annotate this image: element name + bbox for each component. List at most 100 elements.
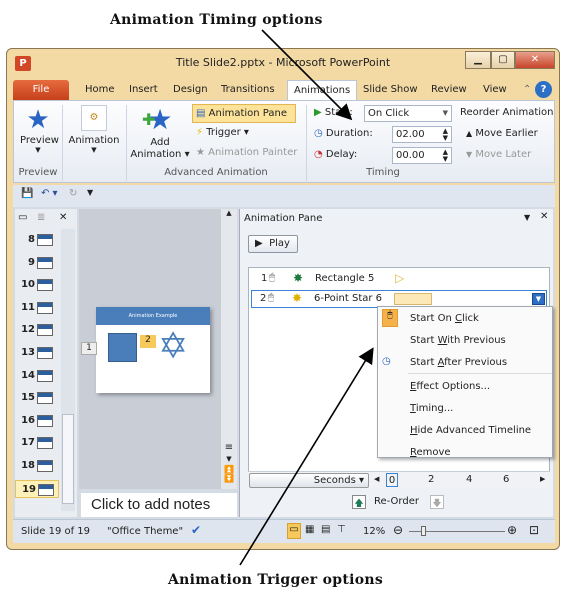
- slide-thumbnail[interactable]: 8: [15, 231, 59, 249]
- delay-spinner[interactable]: 00.00 ▲ ▼: [392, 147, 452, 164]
- tab-transitions[interactable]: Transitions: [215, 80, 281, 100]
- slide-preview-icon: [37, 301, 53, 314]
- add-animation-button[interactable]: ★ ✚ Add Animation ▾: [130, 103, 190, 165]
- tab-review[interactable]: Review: [425, 80, 473, 100]
- ruler-tick: 4: [466, 474, 473, 485]
- group-label-timing: Timing: [366, 167, 400, 178]
- tab-view[interactable]: View: [477, 80, 513, 100]
- rectangle-shape[interactable]: [108, 333, 137, 362]
- tab-animations[interactable]: Animations: [287, 80, 358, 100]
- slide-preview-icon: [37, 369, 53, 382]
- play-button[interactable]: ▶ Play: [248, 235, 298, 253]
- pane-options-icon[interactable]: ▼: [524, 213, 530, 222]
- close-button[interactable]: ✕: [515, 51, 555, 69]
- slide-preview-icon: [37, 324, 53, 337]
- slide-canvas[interactable]: Animation Example ✡ 2: [96, 307, 210, 393]
- workspace: ▭ ≣ ✕ 8 9 10 11 12 13 14 15 16 17 18 19 Animation E…: [13, 207, 555, 519]
- slide-title: Animation Example: [96, 307, 210, 325]
- slide-thumbnail[interactable]: 14: [15, 367, 59, 385]
- zoom-level[interactable]: 12%: [363, 526, 385, 537]
- tab-slide-show[interactable]: Slide Show: [357, 80, 424, 100]
- slide-thumbnail[interactable]: 11: [15, 299, 59, 317]
- menu-item[interactable]: Start With Previous: [410, 335, 506, 346]
- scroll-left-icon[interactable]: ◀: [374, 475, 379, 483]
- slide-scrollbar[interactable]: ▲ ≡ ▼ ⏫ ⏬: [221, 209, 237, 489]
- move-later-button[interactable]: ▼ Move Later: [466, 149, 531, 160]
- annotation-trigger: Animation Trigger options: [168, 572, 384, 588]
- start-dropdown[interactable]: On Click ▼: [364, 105, 452, 122]
- trigger-button[interactable]: ⚡ Trigger ▾: [196, 127, 249, 138]
- maximize-button[interactable]: ▢: [491, 51, 515, 69]
- animation-item[interactable]: 1 🖱 ✸ Rectangle 5 ▷: [251, 271, 547, 288]
- slide-sorter-icon[interactable]: ▦: [305, 524, 314, 535]
- redo-icon[interactable]: ↻: [69, 188, 77, 199]
- slide-thumbnail[interactable]: 17: [15, 434, 59, 452]
- up-triangle-icon: ▲: [466, 129, 473, 138]
- customize-qat-icon[interactable]: ▼: [87, 188, 93, 197]
- menu-item[interactable]: Effect Options...: [410, 381, 490, 392]
- seconds-dropdown[interactable]: Seconds ▾: [249, 473, 369, 488]
- pane-close-icon[interactable]: ✕: [540, 211, 548, 222]
- timeline-ruler: Seconds ▾ ◀ 0 2 4 6 ▶: [248, 471, 550, 489]
- tab-insert[interactable]: Insert: [123, 80, 164, 100]
- duration-spinner[interactable]: 02.00 ▲ ▼: [392, 126, 452, 143]
- notes-input[interactable]: Click to add notes: [81, 493, 237, 517]
- delay-clock-icon: ◔: [314, 149, 323, 160]
- reading-view-icon[interactable]: ▤: [321, 524, 330, 535]
- save-icon[interactable]: 💾: [21, 188, 33, 199]
- fit-to-window-icon[interactable]: ⊡: [529, 523, 539, 537]
- undo-icon[interactable]: ↶ ▾: [41, 188, 58, 199]
- tab-home[interactable]: Home: [79, 80, 121, 100]
- menu-item[interactable]: Remove: [410, 447, 451, 458]
- tab-file[interactable]: File: [13, 80, 69, 100]
- slides-tab-icon[interactable]: ▭: [18, 212, 27, 223]
- group-label-preview: Preview: [18, 167, 58, 178]
- zoom-slider[interactable]: [409, 526, 505, 536]
- slide-thumbnail[interactable]: 18: [15, 457, 59, 475]
- menu-item[interactable]: Start On Click: [410, 313, 479, 324]
- pane-title: Animation Pane: [244, 213, 323, 224]
- prev-next-slide-icon[interactable]: ⏫ ⏬: [221, 465, 237, 483]
- slide-thumbnail[interactable]: 10: [15, 276, 59, 294]
- minimize-button[interactable]: ▁: [465, 51, 491, 69]
- six-point-star-shape[interactable]: ✡: [158, 329, 188, 365]
- animation-pane-button[interactable]: ▤ Animation Pane: [192, 104, 296, 123]
- ruler-tick: 2: [428, 474, 435, 485]
- move-earlier-button[interactable]: ▲ Move Earlier: [466, 128, 538, 139]
- zoom-in-icon[interactable]: ⊕: [507, 523, 517, 537]
- mouse-click-icon: 🖱: [382, 309, 398, 327]
- scroll-right-icon[interactable]: ▶: [540, 475, 545, 483]
- close-panel-icon[interactable]: ✕: [59, 212, 67, 223]
- slide-preview-icon: [37, 392, 53, 405]
- mouse-click-icon: 🖱: [268, 292, 274, 303]
- menu-item[interactable]: Timing...: [410, 403, 453, 414]
- help-icon[interactable]: ?: [535, 81, 552, 98]
- delay-label: Delay:: [325, 149, 358, 160]
- slides-scrollbar[interactable]: [61, 229, 75, 511]
- spell-check-icon[interactable]: ✔: [191, 523, 201, 537]
- slide-preview-icon: [37, 437, 53, 450]
- animation-pane-icon: ▤: [196, 108, 206, 119]
- slide-thumbnail[interactable]: 9: [15, 254, 59, 272]
- powerpoint-window: P Title Slide2.pptx - Microsoft PowerPoi…: [6, 48, 560, 550]
- animation-gallery-button[interactable]: ⚙ Animation ▼: [66, 105, 122, 165]
- slide-editing-area: Animation Example ✡ 2 1 ▲ ≡ ▼ ⏫ ⏬: [79, 209, 237, 489]
- slide-thumbnail[interactable]: 12: [15, 321, 59, 339]
- slide-thumbnail[interactable]: 16: [15, 412, 59, 430]
- zoom-out-icon[interactable]: ⊖: [393, 523, 403, 537]
- normal-view-icon[interactable]: ▭: [287, 523, 301, 539]
- animation-painter-button[interactable]: ★ Animation Painter: [196, 147, 297, 158]
- tab-design[interactable]: Design: [167, 80, 214, 100]
- slide-thumbnail[interactable]: 15: [15, 389, 59, 407]
- item-dropdown-button[interactable]: ▼: [532, 293, 545, 305]
- slide-thumbnail[interactable]: 19: [15, 479, 59, 498]
- menu-item[interactable]: Start After Previous: [410, 357, 507, 368]
- preview-button[interactable]: ★ Preview ▼: [20, 105, 59, 165]
- move-up-button[interactable]: 🡅: [352, 495, 366, 509]
- move-down-button[interactable]: 🡇: [430, 495, 444, 509]
- slide-thumbnail[interactable]: 13: [15, 344, 59, 362]
- outline-tab-icon[interactable]: ≣: [37, 212, 45, 223]
- slideshow-icon[interactable]: ⊤: [337, 524, 346, 535]
- mouse-click-icon: 🖱: [269, 272, 275, 283]
- menu-item[interactable]: Hide Advanced Timeline: [410, 425, 531, 436]
